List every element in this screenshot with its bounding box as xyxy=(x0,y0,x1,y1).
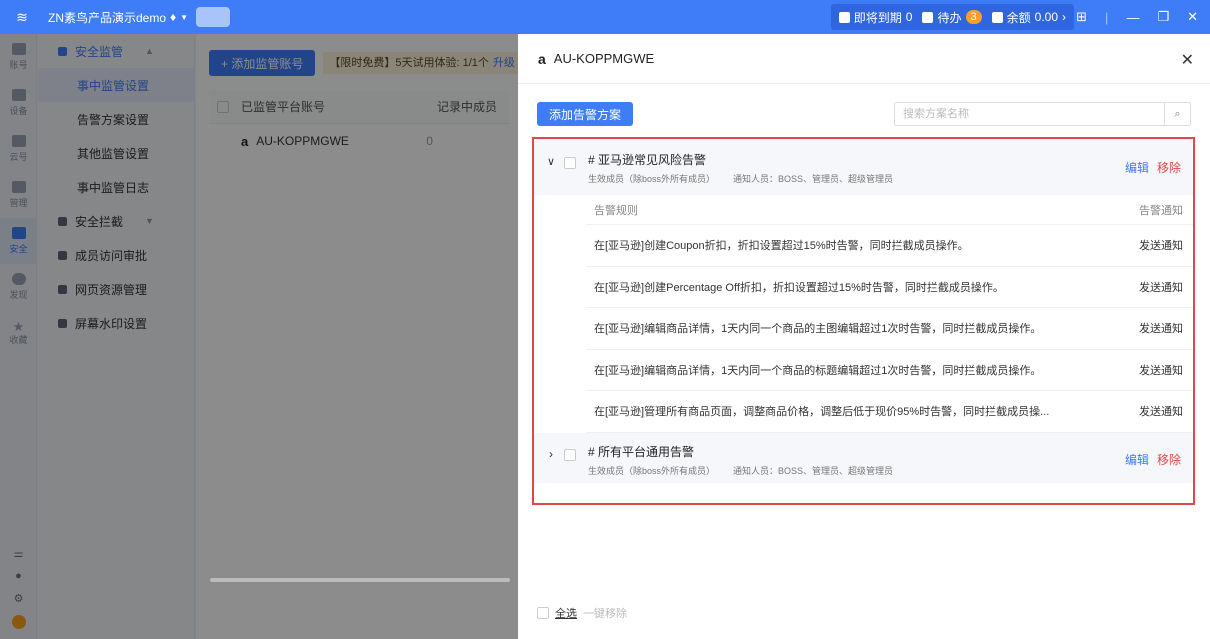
rule-text: 在[亚马逊]编辑商品详情，1天内同一个商品的标题编辑超过1次时告警，同时拦截成员… xyxy=(594,364,1042,377)
pin-icon[interactable]: ⊞ xyxy=(1076,9,1087,25)
table-row: 在[亚马逊]编辑商品详情，1天内同一个商品的标题编辑超过1次时告警，同时拦截成员… xyxy=(586,350,1193,391)
plan-item-amazon: ∨ # 亚马逊常见风险告警 生效成员（除boss外所有成员） 通知人员：BOSS… xyxy=(534,139,1193,433)
plan-item-general: › # 所有平台通用告警 生效成员（除boss外所有成员） 通知人员：BOSS、… xyxy=(534,432,1193,483)
maximize-icon[interactable]: ❐ xyxy=(1157,9,1169,25)
plan-list: ∨ # 亚马逊常见风险告警 生效成员（除boss外所有成员） 通知人员：BOSS… xyxy=(532,137,1195,505)
edit-plan-button[interactable]: 编辑 xyxy=(1125,159,1149,176)
rule-action: 发送通知 xyxy=(1139,240,1183,253)
table-row: 在[亚马逊]创建Coupon折扣，折扣设置超过15%时告警，同时拦截成员操作。 … xyxy=(586,225,1193,267)
balance-value: 0.00 xyxy=(1034,10,1058,24)
search-icon[interactable]: ⌕ xyxy=(1164,103,1190,125)
chevron-right-icon[interactable]: › xyxy=(538,447,564,461)
plan-header: ∨ # 亚马逊常见风险告警 生效成员（除boss外所有成员） 通知人员：BOSS… xyxy=(534,139,1193,195)
balance-indicator[interactable]: 余额 0.00 › xyxy=(991,9,1066,26)
table-row: 在[亚马逊]编辑商品详情，1天内同一个商品的主图编辑超过1次时告警，同时拦截成员… xyxy=(586,308,1193,350)
chevron-down-icon: ▼ xyxy=(180,12,189,22)
rule-action: 发送通知 xyxy=(1139,406,1183,419)
todo-indicator[interactable]: 待办 3 xyxy=(922,9,982,26)
expiring-count: 0 xyxy=(905,10,913,24)
chevron-down-icon[interactable]: ∨ xyxy=(538,155,564,168)
rule-table-header: 告警规则 告警通知 xyxy=(586,195,1193,225)
top-bar: ≋ ZN素鸟产品演示demo ♦ ▼ 即将到期 0 待办 3 余额 0.00 ›… xyxy=(0,0,1210,34)
plan-meta: 生效成员（除boss外所有成员） 通知人员：BOSS、管理员、超级管理员 xyxy=(588,172,893,185)
expiring-indicator[interactable]: 即将到期 0 xyxy=(838,9,913,26)
todo-badge: 3 xyxy=(965,10,982,24)
diamond-icon: ♦ xyxy=(170,10,177,24)
plan-actions: 编辑 移除 xyxy=(1125,159,1181,176)
col-notice: 告警通知 xyxy=(1139,204,1183,217)
rule-text: 在[亚马逊]创建Percentage Off折扣，折扣设置超过15%时告警，同时… xyxy=(594,281,1004,294)
search-input[interactable] xyxy=(895,103,1164,125)
todo-icon xyxy=(922,11,934,23)
remove-plan-button[interactable]: 移除 xyxy=(1157,451,1181,468)
rule-action: 发送通知 xyxy=(1139,364,1183,377)
plan-search: ⌕ xyxy=(894,102,1191,126)
rule-action: 发送通知 xyxy=(1139,281,1183,294)
plan-meta: 生效成员（除boss外所有成员） 通知人员：BOSS、管理员、超级管理员 xyxy=(588,464,893,477)
plan-effective-members: 生效成员（除boss外所有成员） xyxy=(588,465,716,476)
remove-all-button[interactable]: 一键移除 xyxy=(583,605,627,621)
select-all-checkbox[interactable] xyxy=(537,607,549,619)
divider: | xyxy=(1105,9,1109,25)
workspace-title: ZN素鸟产品演示demo xyxy=(48,10,167,25)
select-all-label[interactable]: 全选 xyxy=(555,605,577,621)
plan-checkbox[interactable] xyxy=(564,157,576,169)
balance-label: 余额 xyxy=(1006,10,1031,25)
modal-overlay[interactable] xyxy=(0,34,518,639)
window-controls: ⊞ | — ❐ ✕ xyxy=(1076,0,1198,34)
rule-text: 在[亚马逊]编辑商品详情，1天内同一个商品的主图编辑超过1次时告警，同时拦截成员… xyxy=(594,323,1042,336)
rule-action: 发送通知 xyxy=(1139,323,1183,336)
drawer-header: a AU-KOPPMGWE ✕ xyxy=(518,34,1210,84)
close-icon[interactable]: ✕ xyxy=(1187,9,1198,25)
drawer-toolbar: 添加告警方案 ⌕ xyxy=(537,102,1191,126)
add-alert-plan-button[interactable]: 添加告警方案 xyxy=(537,102,634,126)
close-icon[interactable]: ✕ xyxy=(1181,50,1194,70)
plan-info: # 亚马逊常见风险告警 生效成员（除boss外所有成员） 通知人员：BOSS、管… xyxy=(588,151,893,185)
workspace-switcher[interactable]: ZN素鸟产品演示demo ♦ ▼ xyxy=(48,7,231,27)
edit-plan-button[interactable]: 编辑 xyxy=(1125,451,1149,468)
alert-plan-drawer: a AU-KOPPMGWE ✕ 添加告警方案 ⌕ ∨ # 亚马逊常见风险告警 生… xyxy=(518,34,1210,639)
plan-effective-members: 生效成员（除boss外所有成员） xyxy=(588,174,716,184)
todo-label: 待办 xyxy=(937,10,962,25)
app-logo-icon: ≋ xyxy=(16,8,28,25)
minimize-icon[interactable]: — xyxy=(1126,10,1139,25)
plan-info: # 所有平台通用告警 生效成员（除boss外所有成员） 通知人员：BOSS、管理… xyxy=(588,443,893,477)
plan-notify-members: 通知人员：BOSS、管理员、超级管理员 xyxy=(733,174,894,184)
plan-checkbox[interactable] xyxy=(564,448,576,461)
col-rule: 告警规则 xyxy=(594,204,638,217)
plan-name: # 亚马逊常见风险告警 xyxy=(588,153,707,167)
table-row: 在[亚马逊]创建Percentage Off折扣，折扣设置超过15%时告警，同时… xyxy=(586,267,1193,308)
avatar[interactable] xyxy=(196,7,231,27)
calendar-icon xyxy=(838,11,850,23)
expiring-label: 即将到期 xyxy=(853,10,902,25)
drawer-footer: 全选 一键移除 xyxy=(537,605,627,621)
chevron-right-icon: › xyxy=(1062,10,1066,24)
remove-plan-button[interactable]: 移除 xyxy=(1157,159,1181,176)
plan-name: # 所有平台通用告警 xyxy=(588,444,695,459)
plan-actions: 编辑 移除 xyxy=(1125,451,1181,468)
drawer-title: AU-KOPPMGWE xyxy=(553,51,655,66)
amazon-icon: a xyxy=(538,50,546,67)
wallet-icon xyxy=(991,11,1003,23)
status-group: 即将到期 0 待办 3 余额 0.00 › xyxy=(830,4,1074,30)
rule-text: 在[亚马逊]创建Coupon折扣，折扣设置超过15%时告警，同时拦截成员操作。 xyxy=(594,240,969,253)
rule-table: 告警规则 告警通知 在[亚马逊]创建Coupon折扣，折扣设置超过15%时告警，… xyxy=(586,195,1193,433)
plan-notify-members: 通知人员：BOSS、管理员、超级管理员 xyxy=(733,465,894,476)
table-row: 在[亚马逊]管理所有商品页面，调整商品价格，调整后低于现价95%时告警，同时拦截… xyxy=(586,391,1193,433)
rule-text: 在[亚马逊]管理所有商品页面，调整商品价格，调整后低于现价95%时告警，同时拦截… xyxy=(594,406,1050,419)
horizontal-scrollbar[interactable] xyxy=(210,578,510,582)
